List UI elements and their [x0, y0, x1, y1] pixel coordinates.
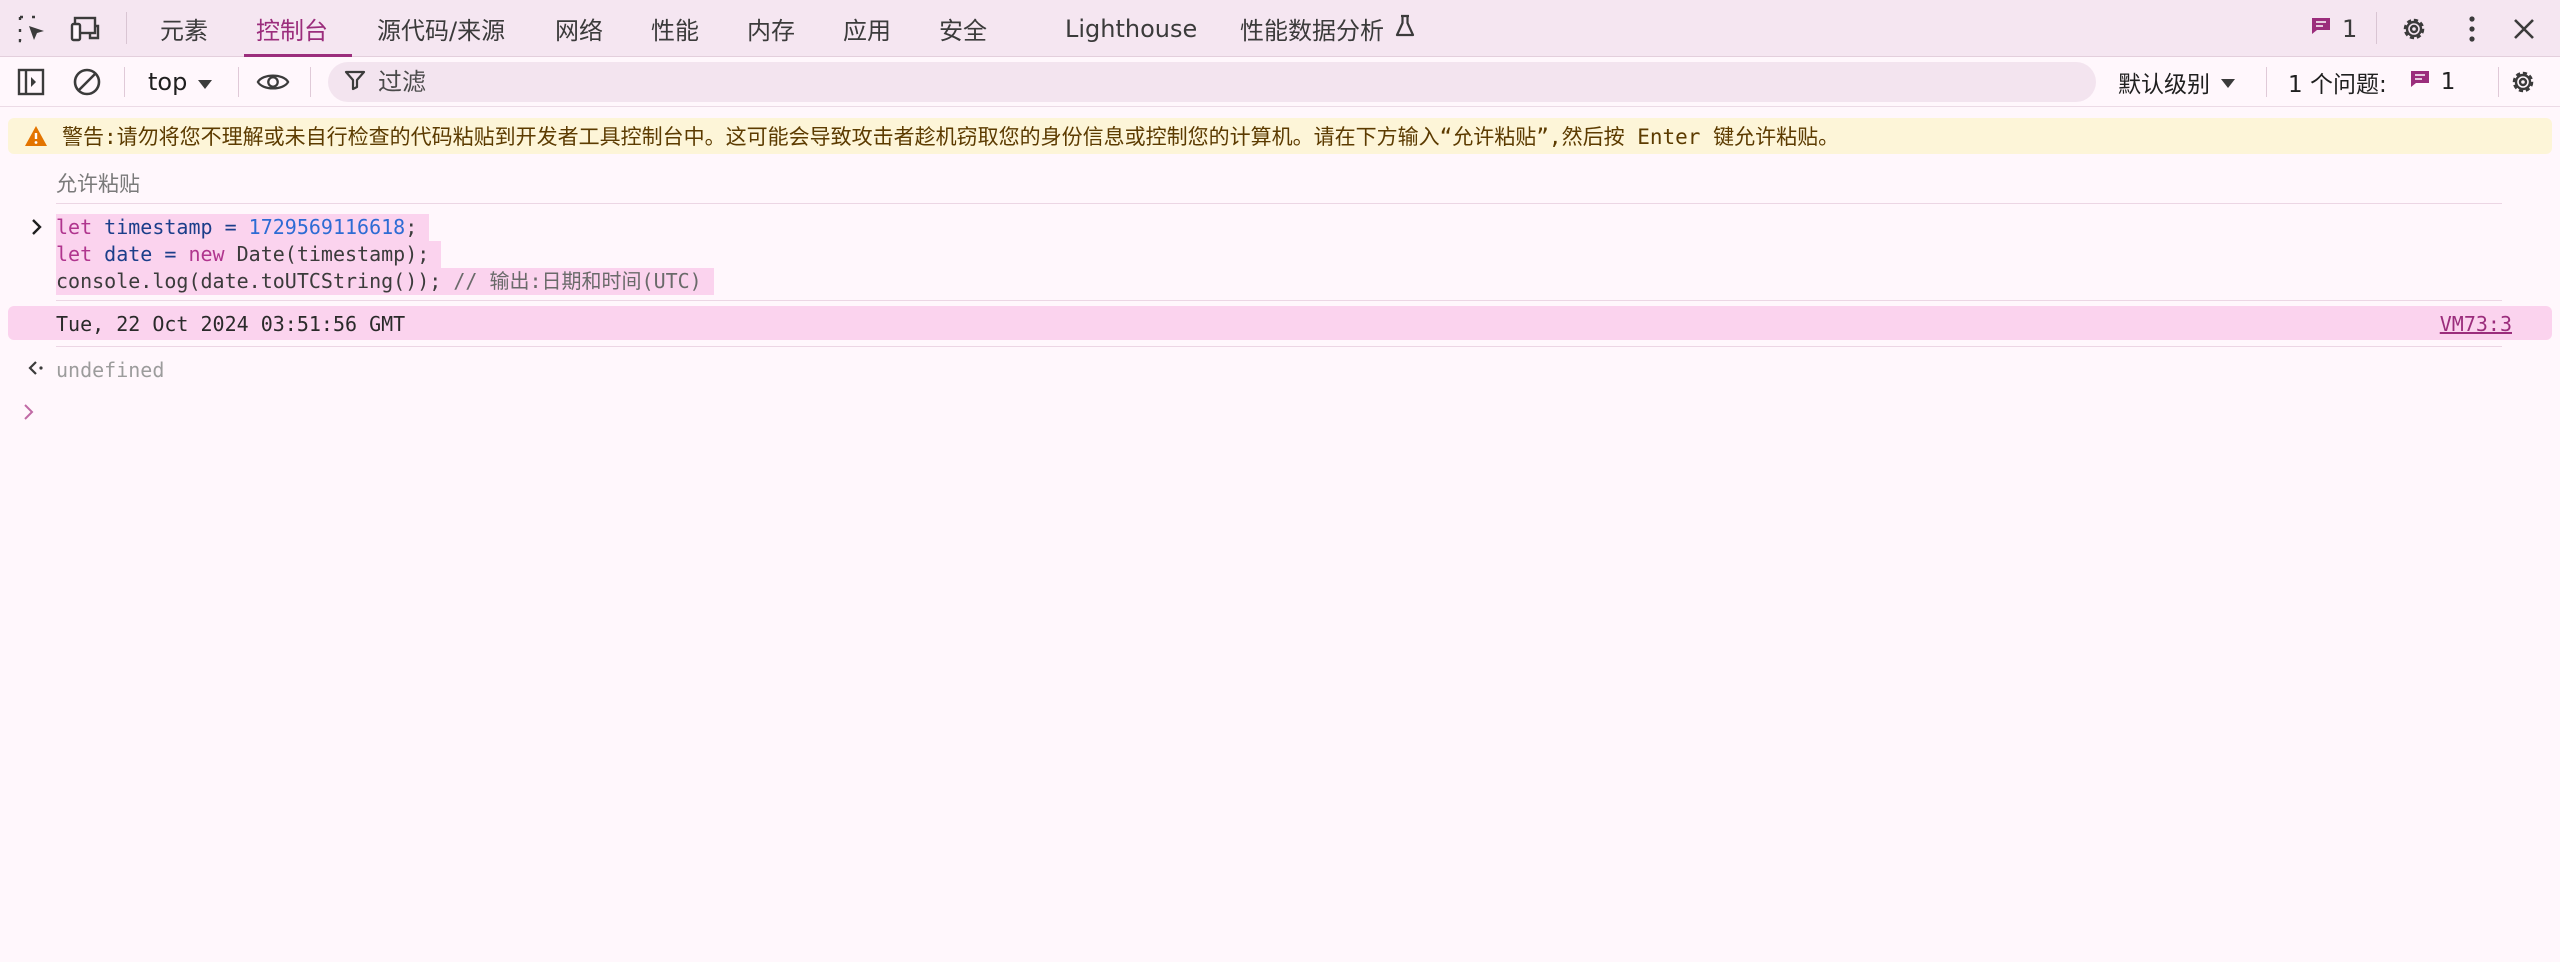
log-source-link[interactable]: VM73:3 [2440, 312, 2512, 336]
tabbar-separator [2376, 12, 2377, 44]
console-divider [56, 203, 2502, 204]
tab-label: 网络 [555, 17, 603, 45]
console-log-message: Tue, 22 Oct 2024 03:51:56 GMT VM73:3 [8, 306, 2552, 340]
tab-memory[interactable]: 内存 [747, 0, 795, 57]
filter-funnel-icon [344, 69, 366, 95]
code-number: 1729569116618 [248, 215, 406, 239]
devtools-tabbar: 元素 控制台 源代码/来源 网络 性能 内存 应用 安全 Lighthouse … [0, 0, 2560, 57]
filter-input[interactable] [376, 67, 1980, 97]
console-divider [56, 346, 2502, 347]
code-identifier: date = [92, 242, 189, 266]
toolbar-separator [2266, 67, 2267, 97]
code-keyword: let [56, 215, 93, 239]
tab-security[interactable]: 安全 [939, 0, 987, 57]
issues-badge[interactable]: 1 [2310, 13, 2357, 45]
tab-label: 性能 [651, 17, 699, 45]
console-result: undefined [56, 358, 165, 382]
context-label: top [148, 68, 188, 96]
log-levels-dropdown[interactable]: 默认级别 [2118, 65, 2236, 99]
tabbar-separator [126, 12, 127, 44]
self-xss-warning: 警告:请勿将您不理解或未自行检查的代码粘贴到开发者工具控制台中。这可能会导致攻击… [8, 118, 2552, 154]
sidebar-toggle-icon[interactable] [14, 65, 48, 99]
issues-count: 1 [2440, 69, 2456, 95]
tab-label: 内存 [747, 17, 795, 45]
log-text: Tue, 22 Oct 2024 03:51:56 GMT [56, 312, 406, 336]
console-settings-gear-icon[interactable] [2506, 65, 2540, 99]
tab-network[interactable]: 网络 [555, 0, 603, 57]
issues-count: 1 [2342, 15, 2358, 43]
tab-label: 应用 [843, 17, 891, 45]
code-comment: // 输出:日期和时间(UTC) [453, 269, 702, 293]
code-line: let date = new Date(timestamp); [56, 241, 442, 268]
issues-button[interactable]: 1 个问题: 1 [2288, 65, 2455, 99]
prompt-chevron-icon[interactable] [22, 403, 36, 425]
console-input-code: let timestamp = 1729569116618; let date … [56, 214, 714, 295]
result-arrow-icon [28, 360, 46, 380]
device-toolbar-icon[interactable] [70, 13, 102, 45]
more-options-icon[interactable] [2456, 13, 2488, 45]
code-line: console.log(date.toUTCString()); // 输出:日… [56, 268, 714, 295]
code-text: Date(timestamp); [224, 242, 430, 266]
message-icon [2310, 15, 2332, 43]
inspect-element-icon[interactable] [16, 13, 48, 45]
code-text: console.log(date.toUTCString()); [56, 269, 454, 293]
toolbar-separator [2498, 67, 2499, 97]
tab-label: Lighthouse [1065, 14, 1198, 43]
allow-paste-typed-text: 允许粘贴 [56, 172, 140, 196]
context-selector[interactable]: top [148, 65, 213, 99]
dropdown-arrow-icon [2220, 69, 2236, 95]
warning-text: 警告:请勿将您不理解或未自行检查的代码粘贴到开发者工具控制台中。这可能会导致攻击… [62, 125, 1840, 149]
tab-performance[interactable]: 性能 [651, 0, 699, 57]
live-expression-eye-icon[interactable] [256, 65, 290, 99]
tab-label: 控制台 [256, 17, 328, 45]
tab-label: 性能数据分析 [1240, 17, 1384, 45]
filter-box [328, 62, 2096, 102]
tab-sources[interactable]: 源代码/来源 [377, 0, 505, 57]
message-icon [2409, 68, 2431, 96]
console-divider [56, 300, 2502, 301]
code-keyword: new [188, 242, 225, 266]
code-line: let timestamp = 1729569116618; [56, 214, 430, 241]
toolbar-separator [124, 67, 125, 97]
settings-gear-icon[interactable] [2398, 13, 2430, 45]
code-identifier: timestamp = [92, 215, 249, 239]
tab-lighthouse[interactable]: Lighthouse [1065, 0, 1197, 57]
clear-console-icon[interactable] [70, 65, 104, 99]
flask-icon [1394, 14, 1416, 44]
console-toolbar: top 默认级别 1 个问题: 1 [0, 57, 2560, 107]
code-punct: ; [405, 215, 418, 239]
log-levels-label: 默认级别 [2118, 72, 2210, 98]
expand-chevron-icon[interactable] [30, 218, 44, 240]
tab-label: 源代码/来源 [377, 17, 506, 45]
toolbar-separator [310, 67, 311, 97]
code-keyword: let [56, 242, 93, 266]
dropdown-arrow-icon [197, 68, 213, 96]
tab-application[interactable]: 应用 [843, 0, 891, 57]
tab-label: 元素 [160, 17, 208, 45]
tab-label: 安全 [939, 17, 987, 45]
console-prompt-input[interactable] [56, 396, 2496, 430]
tab-performance-insights[interactable]: 性能数据分析 [1240, 0, 1416, 57]
tab-console[interactable]: 控制台 [244, 0, 352, 57]
toolbar-separator [238, 67, 239, 97]
tab-elements[interactable]: 元素 [160, 0, 208, 57]
warning-triangle-icon [24, 125, 48, 147]
close-icon[interactable] [2508, 13, 2540, 45]
issues-label: 1 个问题: [2288, 72, 2387, 98]
